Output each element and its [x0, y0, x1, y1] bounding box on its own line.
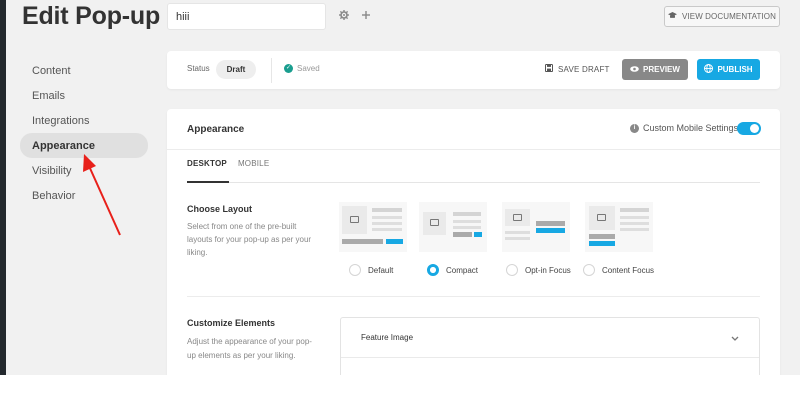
annotation-arrow: [83, 154, 121, 236]
app-window: Edit Pop-up VIEW DOCUMENTATION Content E…: [0, 0, 800, 375]
